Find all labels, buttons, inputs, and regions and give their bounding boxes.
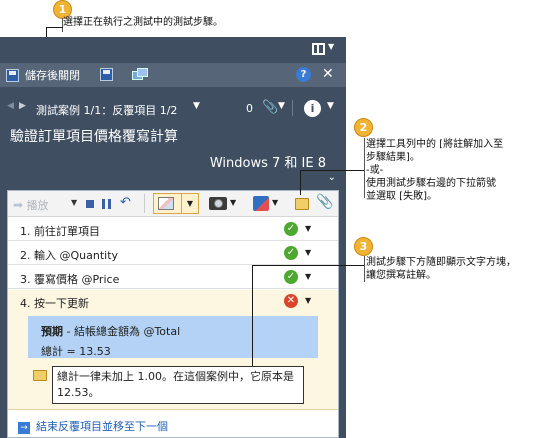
expected-result-text: 預期 - 結帳總金額為 @Total	[41, 325, 181, 338]
save-and-close-label: 儲存後關閉	[25, 69, 80, 82]
close-button[interactable]: ✕	[322, 65, 334, 83]
capture-screenshot-button[interactable]: ▼	[153, 193, 199, 214]
test-step-3[interactable]: 3. 覆寫價格 @Price ✓ ▼	[8, 266, 338, 289]
test-step-text: 3. 覆寫價格 @Price	[20, 273, 120, 286]
step-result-dropdown[interactable]: ▼	[305, 224, 311, 233]
window-icon-back	[137, 68, 148, 77]
test-case-navigation: ◀ ▶ 測試案例 1/1：反覆項目 1/2 ▼ 0 📎 ▼ i ▼	[0, 97, 346, 121]
callout-2-badge: 2	[354, 118, 373, 137]
info-button[interactable]: i	[304, 100, 321, 117]
step-result-dropdown[interactable]: ▼	[305, 296, 311, 305]
help-button[interactable]: ?	[296, 67, 311, 82]
dock-position-button[interactable]: ▼	[312, 42, 338, 57]
previous-case-button[interactable]: ◀	[7, 101, 14, 111]
play-button[interactable]: ➡ 播放	[13, 197, 49, 213]
save-and-close-button[interactable]: 儲存後關閉	[6, 66, 80, 84]
test-step-1[interactable]: 1. 前往訂單項目 ✓ ▼	[8, 218, 338, 241]
test-step-text: 2. 輸入 @Quantity	[20, 249, 119, 262]
screenshot: 1 選擇正在執行之測試中的測試步驟。 ▼ 儲存後關閉 ? ✕ ◀ ▶ 測試案例 …	[0, 0, 534, 438]
comment-icon	[33, 370, 47, 381]
stop-button[interactable]	[86, 200, 94, 208]
comment-textbox[interactable]: 總計一律未加上 1.00。在這個案例中，它原本是 12.53。	[52, 366, 304, 404]
collapse-button[interactable]: ⌄	[328, 172, 336, 183]
screenshot-icon	[158, 197, 174, 210]
attach-file-button[interactable]: 📎	[316, 194, 333, 210]
next-case-button[interactable]: ▶	[19, 101, 26, 111]
callout-3-text: 測試步驟下方隨即顯示文字方塊， 讓您撰寫註解。	[366, 257, 516, 281]
camera-dropdown[interactable]: ▼	[230, 198, 236, 207]
test-case-title: 驗證訂單項目價格覆寫計算	[10, 129, 178, 145]
fail-icon: ✕	[284, 294, 298, 308]
record-dropdown[interactable]: ▼	[272, 198, 278, 207]
toolbar-separator	[144, 194, 145, 213]
save-icon	[6, 68, 19, 82]
dock-icon	[312, 43, 325, 55]
callout-1-leader	[46, 27, 63, 28]
camera-icon[interactable]	[209, 197, 227, 210]
end-iteration-label: 結束反覆項目並移至下一個	[36, 420, 168, 433]
play-label: 播放	[26, 199, 49, 212]
pause-button[interactable]	[102, 199, 111, 209]
end-iteration-link[interactable]: → 結束反覆項目並移至下一個	[18, 418, 168, 434]
pass-icon: ✓	[284, 246, 298, 260]
callout-2-leader-vertical	[300, 170, 301, 195]
test-case-label: 測試案例 1/1：反覆項目 1/2	[36, 104, 178, 117]
save-button[interactable]	[100, 68, 113, 81]
attachment-count: 0	[246, 102, 253, 115]
float-window-button[interactable]	[132, 68, 148, 81]
chevron-down-icon: ▼	[181, 194, 198, 213]
callout-1-text: 選擇正在執行之測試中的測試步驟。	[63, 17, 223, 28]
test-step-text: 1. 前往訂單項目	[20, 225, 100, 238]
callout-3-leader	[252, 265, 364, 266]
pass-icon: ✓	[284, 222, 298, 236]
undo-icon[interactable]: ↶	[120, 195, 131, 210]
test-case-dropdown[interactable]: ▼	[193, 101, 200, 111]
pass-icon: ✓	[284, 270, 298, 284]
test-runner-panel: ▼ 儲存後關閉 ? ✕ ◀ ▶ 測試案例 1/1：反覆項目 1/2 ▼ 0 📎 …	[0, 37, 346, 438]
next-icon: →	[18, 422, 30, 434]
attachment-icon[interactable]: 📎	[262, 100, 278, 115]
play-icon: ➡	[13, 198, 24, 212]
step-result-dropdown[interactable]: ▼	[305, 248, 311, 257]
callout-3-badge: 3	[354, 237, 373, 256]
runner-toolbar: 儲存後關閉 ? ✕	[0, 63, 346, 87]
play-dropdown[interactable]: ▼	[71, 198, 77, 207]
expected-result: 預期 - 結帳總金額為 @Total 總計 = 13.53	[28, 316, 318, 358]
callout-2-rule	[364, 138, 365, 198]
attachment-dropdown[interactable]: ▼	[278, 101, 285, 111]
chevron-down-icon: ▼	[328, 42, 335, 51]
steps-toolbar: ➡ 播放 ▼ ↶ ▼ ▼ ▼ 📎	[8, 191, 338, 217]
expected-total: 總計 = 13.53	[41, 345, 111, 358]
info-dropdown[interactable]: ▼	[327, 101, 334, 111]
add-comment-button[interactable]	[295, 198, 309, 210]
callout-3-leader-vertical	[252, 265, 253, 366]
toolbar-separator	[292, 100, 293, 116]
record-icon[interactable]	[253, 196, 269, 211]
step-result-dropdown[interactable]: ▼	[305, 272, 311, 281]
test-steps-area: ➡ 播放 ▼ ↶ ▼ ▼ ▼ 📎 1. 前往訂單項目 ✓ ▼ 2. 輸入 @Qu…	[7, 190, 339, 438]
test-environment: Windows 7 和 IE 8	[209, 156, 326, 171]
callout-2-leader	[300, 170, 364, 171]
panel-title-bar: ▼	[0, 37, 346, 63]
test-step-text: 4. 按一下更新	[20, 297, 89, 310]
callout-2-text: 選擇工具列中的 [將註解加入至 步驟結果]。 -或- 使用測試步驟右邊的下拉箭號…	[366, 139, 504, 202]
test-step-2[interactable]: 2. 輸入 @Quantity ✓ ▼	[8, 242, 338, 265]
callout-3-rule	[364, 256, 365, 282]
